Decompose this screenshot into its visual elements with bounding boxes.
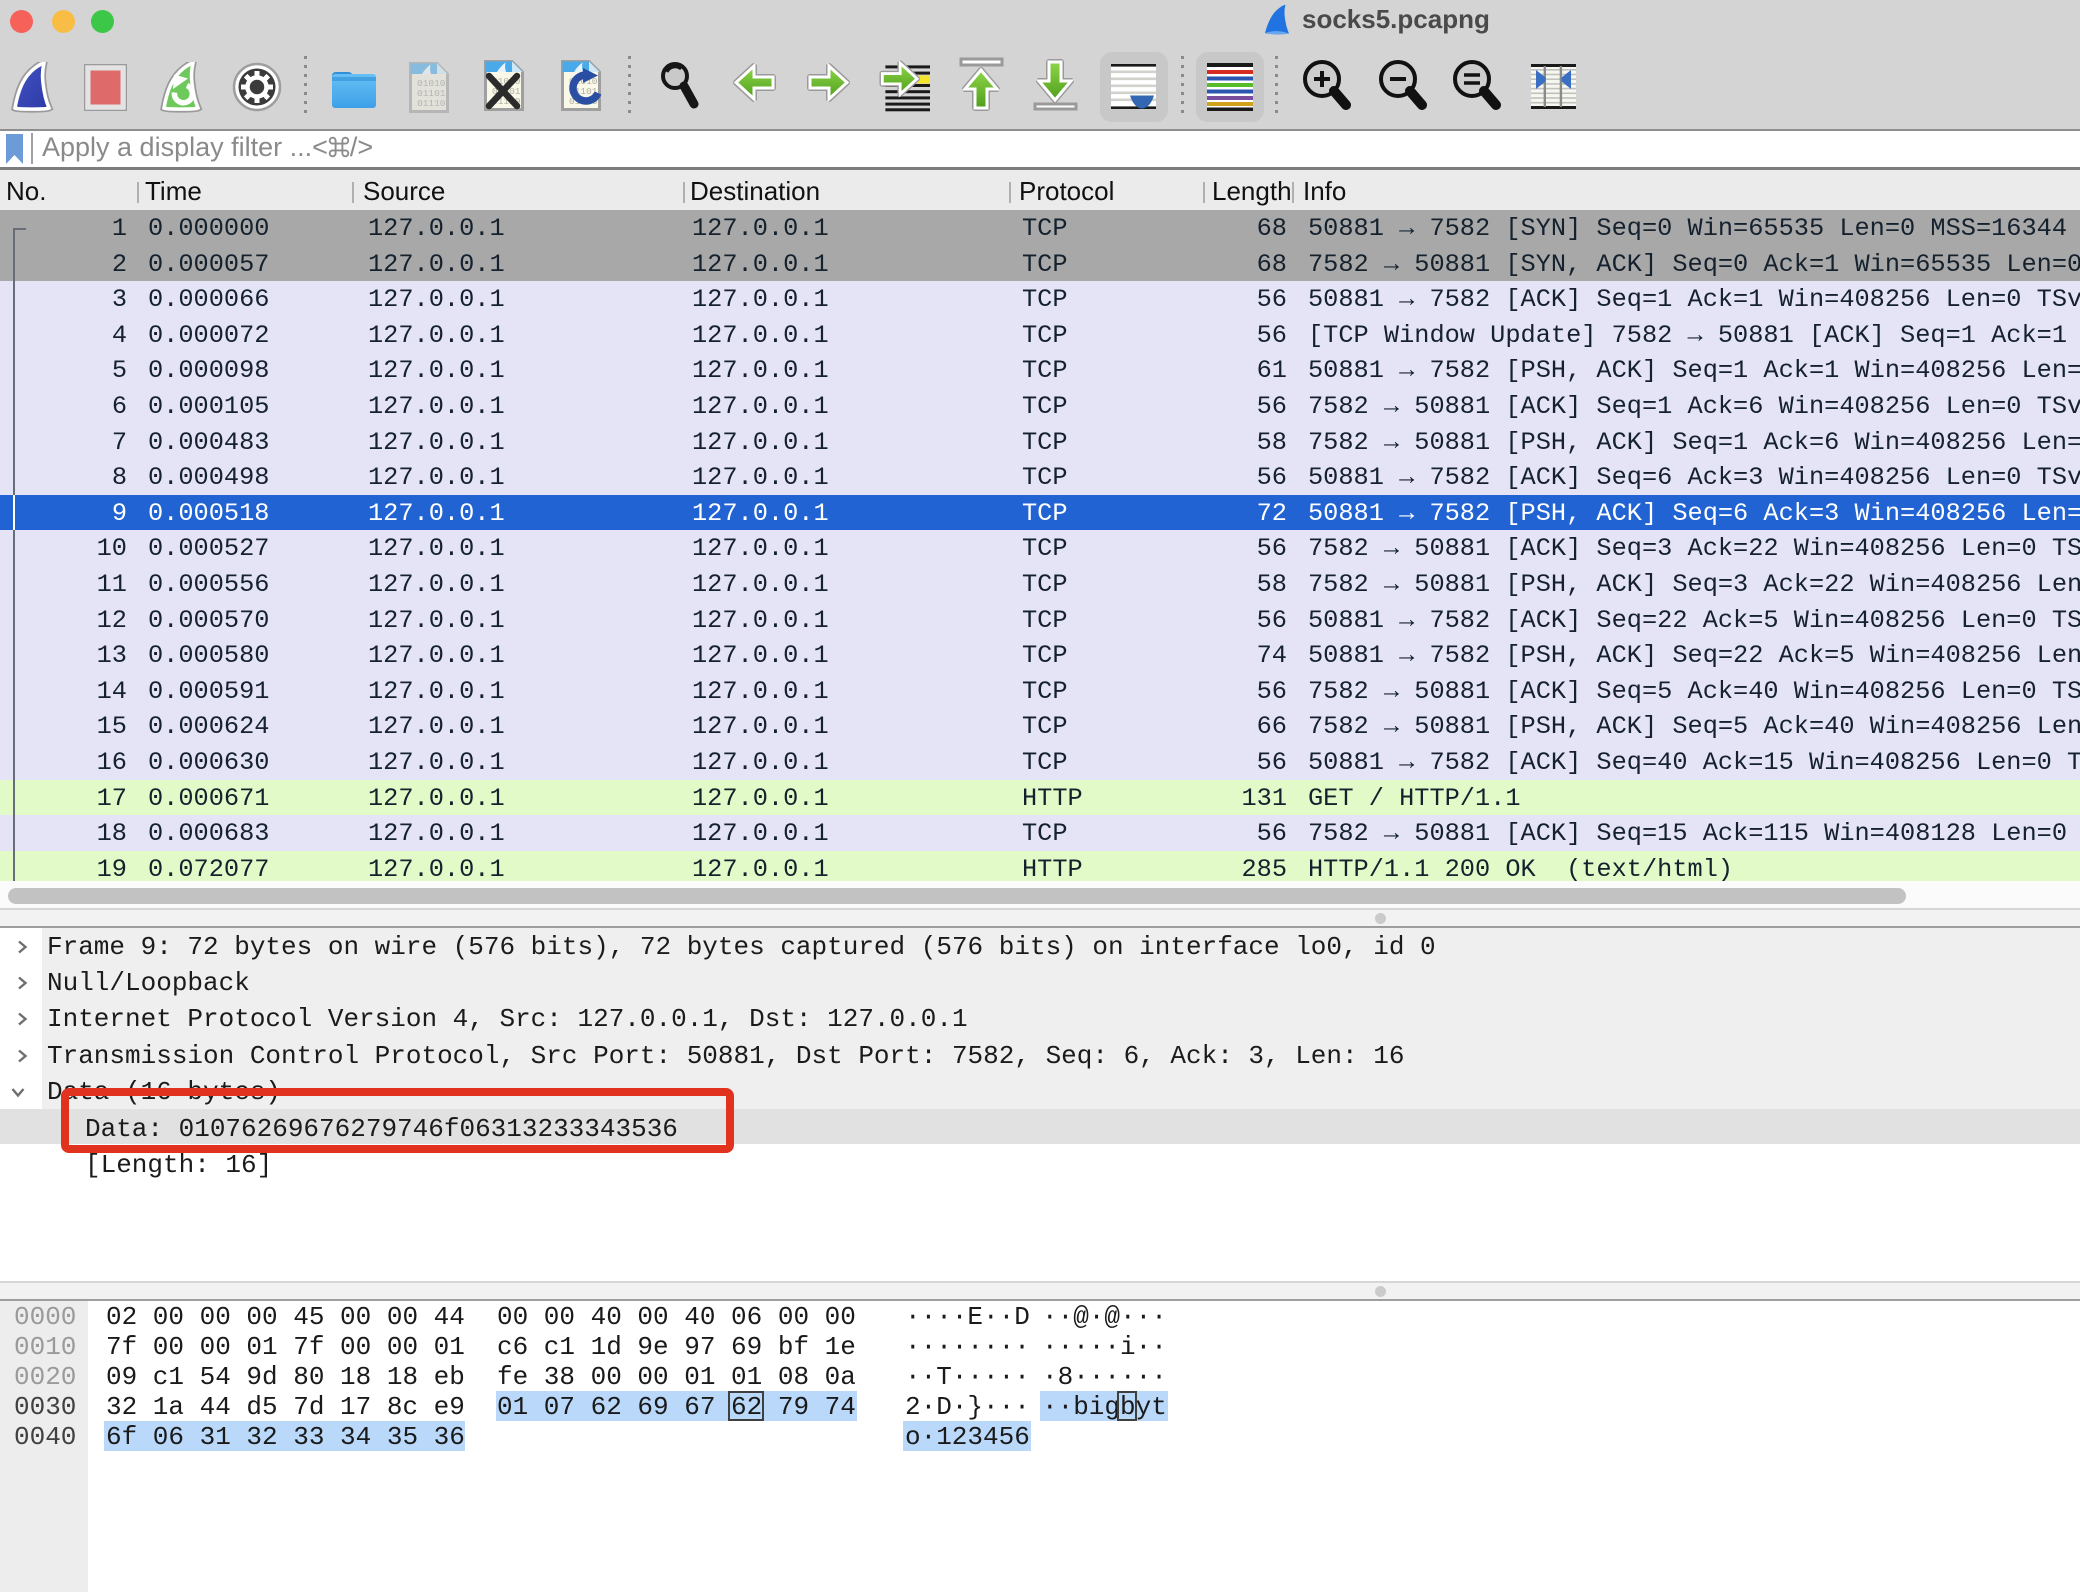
svg-text:01110: 01110 xyxy=(417,98,446,109)
